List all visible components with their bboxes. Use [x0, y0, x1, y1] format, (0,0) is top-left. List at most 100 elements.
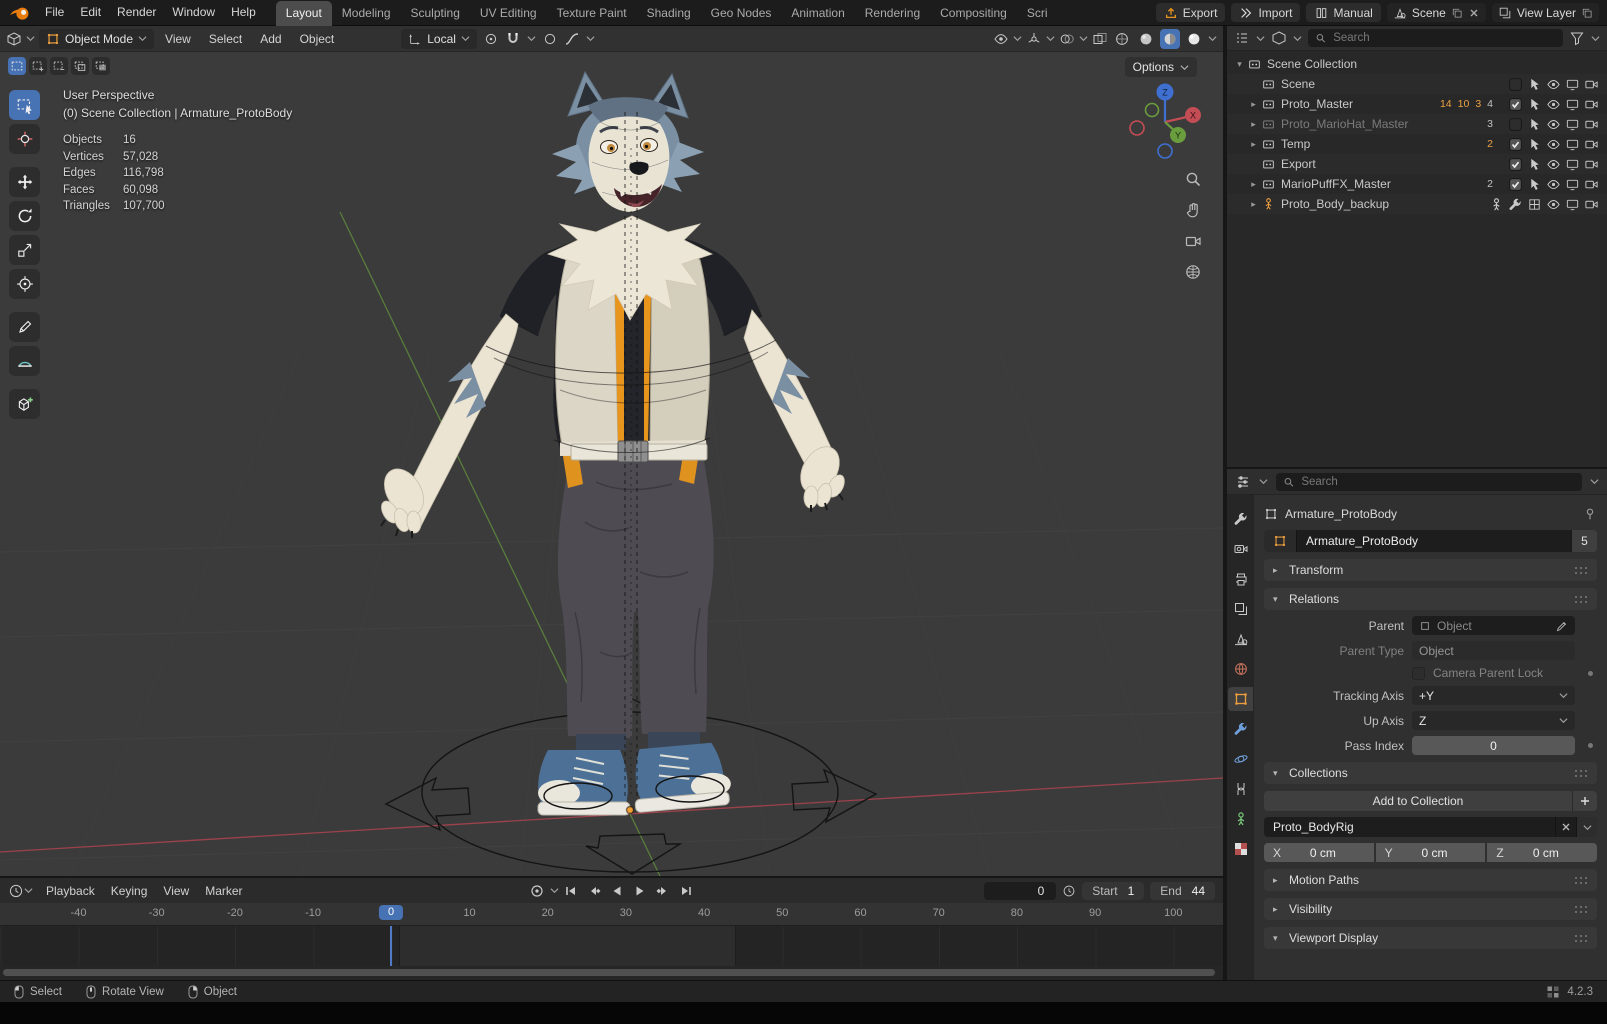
drag-dots-icon[interactable] [1574, 769, 1588, 778]
wrench-icon[interactable] [1508, 197, 1523, 212]
transform-section-header[interactable]: ▸ Transform [1264, 559, 1597, 581]
drag-dots-icon[interactable] [1574, 566, 1588, 575]
camera-icon[interactable] [1584, 157, 1599, 172]
camera-parent-lock-checkbox[interactable] [1412, 667, 1425, 680]
offset-z-field[interactable]: Z0 cm [1487, 843, 1597, 862]
display-mode-icon[interactable] [1271, 30, 1287, 46]
collections-section-header[interactable]: ▾ Collections [1264, 762, 1597, 784]
pass-index-field[interactable]: 0 [1412, 736, 1575, 755]
checkbox-checked-icon[interactable] [1508, 97, 1523, 112]
drag-dots-icon[interactable] [1574, 905, 1588, 914]
previous-keyframe-button[interactable] [584, 881, 605, 900]
copy-icon[interactable] [1581, 7, 1593, 19]
properties-tab-output[interactable] [1228, 567, 1253, 591]
navigation-gizmo[interactable]: Z X Y [1125, 80, 1209, 164]
select-mode-invert[interactable] [71, 57, 89, 75]
properties-tab-modifiers[interactable] [1228, 717, 1253, 741]
playhead[interactable]: 0 [379, 905, 403, 920]
camera-icon[interactable] [1584, 77, 1599, 92]
properties-tab-view-layer[interactable] [1228, 597, 1253, 621]
monitor-icon[interactable] [1565, 197, 1580, 212]
properties-tab-object-data[interactable] [1228, 807, 1253, 831]
checkbox-empty-icon[interactable] [1508, 77, 1523, 92]
drag-dots-icon[interactable] [1574, 595, 1588, 604]
end-frame-field[interactable]: End44 [1150, 882, 1215, 900]
remove-collection-button[interactable] [1555, 817, 1576, 837]
workspace-tab-scri[interactable]: Scri [1017, 1, 1058, 26]
expand-arrow-icon[interactable]: ▸ [1247, 139, 1260, 150]
workspace-tab-uv-editing[interactable]: UV Editing [470, 1, 547, 26]
camera-icon[interactable] [1584, 197, 1599, 212]
start-frame-field[interactable]: Start1 [1082, 882, 1144, 900]
properties-tab-physics[interactable] [1228, 747, 1253, 771]
chevron-down-icon[interactable] [1079, 35, 1088, 42]
play-reverse-button[interactable] [607, 881, 628, 900]
workspace-tab-texture-paint[interactable]: Texture Paint [547, 1, 637, 26]
workspace-tab-animation[interactable]: Animation [781, 1, 854, 26]
checkbox-checked-icon[interactable] [1508, 137, 1523, 152]
transform-orientation-dropdown[interactable]: Local [401, 29, 477, 49]
outliner-row-temp[interactable]: ▸Temp2 [1227, 134, 1607, 154]
eye-icon[interactable] [1546, 157, 1561, 172]
chevron-down-icon[interactable] [1208, 35, 1217, 42]
timeline-menu-marker[interactable]: Marker [198, 884, 249, 898]
clock-icon[interactable] [1062, 884, 1076, 898]
pointer-icon[interactable] [1527, 157, 1542, 172]
auto-keying-toggle[interactable] [527, 881, 548, 900]
eye-icon[interactable] [1546, 197, 1561, 212]
chevron-down-icon[interactable] [550, 887, 559, 894]
animate-dot[interactable] [1588, 743, 1593, 748]
tool-add-cube-button[interactable] [9, 389, 40, 419]
overlays-icon[interactable] [1059, 31, 1075, 47]
breadcrumb-object-name[interactable]: Armature_ProtoBody [1285, 507, 1397, 521]
pin-icon[interactable] [1583, 507, 1597, 521]
falloff-curve-icon[interactable] [564, 31, 580, 47]
grid-icon[interactable] [1527, 197, 1542, 212]
play-button[interactable] [630, 881, 651, 900]
editor-type-timeline-icon[interactable] [8, 883, 24, 899]
timeline-menu-keying[interactable]: Keying [104, 884, 155, 898]
camera-icon[interactable] [1584, 177, 1599, 192]
jump-to-end-button[interactable] [676, 881, 697, 900]
properties-tab-tool[interactable] [1228, 507, 1253, 531]
properties-search[interactable] [1276, 473, 1582, 491]
menu-render[interactable]: Render [109, 0, 164, 25]
select-mode-subtract[interactable] [50, 57, 68, 75]
timeline-scrollbar[interactable] [0, 966, 1223, 979]
monitor-icon[interactable] [1565, 97, 1580, 112]
monitor-icon[interactable] [1565, 177, 1580, 192]
jump-to-start-button[interactable] [561, 881, 582, 900]
menu-window[interactable]: Window [164, 0, 223, 25]
chevron-down-icon[interactable] [527, 35, 536, 42]
eye-icon[interactable] [1546, 117, 1561, 132]
export-button[interactable]: Export [1156, 3, 1226, 22]
import-button[interactable]: Import [1231, 3, 1300, 22]
editor-type-3d-icon[interactable] [6, 31, 22, 47]
checkbox-empty-icon[interactable] [1508, 117, 1523, 132]
monitor-icon[interactable] [1565, 157, 1580, 172]
scene-selector[interactable]: Scene [1387, 3, 1486, 22]
viewport-menu-select[interactable]: Select [202, 32, 249, 46]
snap-target-icon[interactable] [483, 31, 499, 47]
menu-edit[interactable]: Edit [72, 0, 109, 25]
viewport-menu-view[interactable]: View [158, 32, 198, 46]
parent-field[interactable]: Object [1412, 616, 1575, 635]
current-frame-field[interactable]: 0 [984, 882, 1056, 900]
up-axis-dropdown[interactable]: Z [1412, 711, 1575, 730]
expand-arrow-icon[interactable]: ▸ [1247, 119, 1260, 130]
eye-icon[interactable] [1546, 177, 1561, 192]
properties-tab-constraints[interactable] [1228, 777, 1253, 801]
select-mode-intersect[interactable] [92, 57, 110, 75]
camera-icon[interactable] [1584, 97, 1599, 112]
relations-section-header[interactable]: ▾ Relations [1264, 588, 1597, 610]
snap-magnet-icon[interactable] [505, 31, 521, 47]
outliner-row-proto-body-backup[interactable]: ▸Proto_Body_backup [1227, 194, 1607, 214]
camera-icon[interactable] [1584, 117, 1599, 132]
drag-dots-icon[interactable] [1574, 934, 1588, 943]
chevron-down-icon[interactable] [586, 35, 595, 42]
options-button[interactable]: Options [1125, 57, 1197, 77]
workspace-tab-geo-nodes[interactable]: Geo Nodes [701, 1, 782, 26]
pointer-icon[interactable] [1527, 97, 1542, 112]
outliner-search-input[interactable] [1331, 31, 1556, 45]
add-to-collection-button[interactable]: Add to Collection [1264, 791, 1572, 811]
